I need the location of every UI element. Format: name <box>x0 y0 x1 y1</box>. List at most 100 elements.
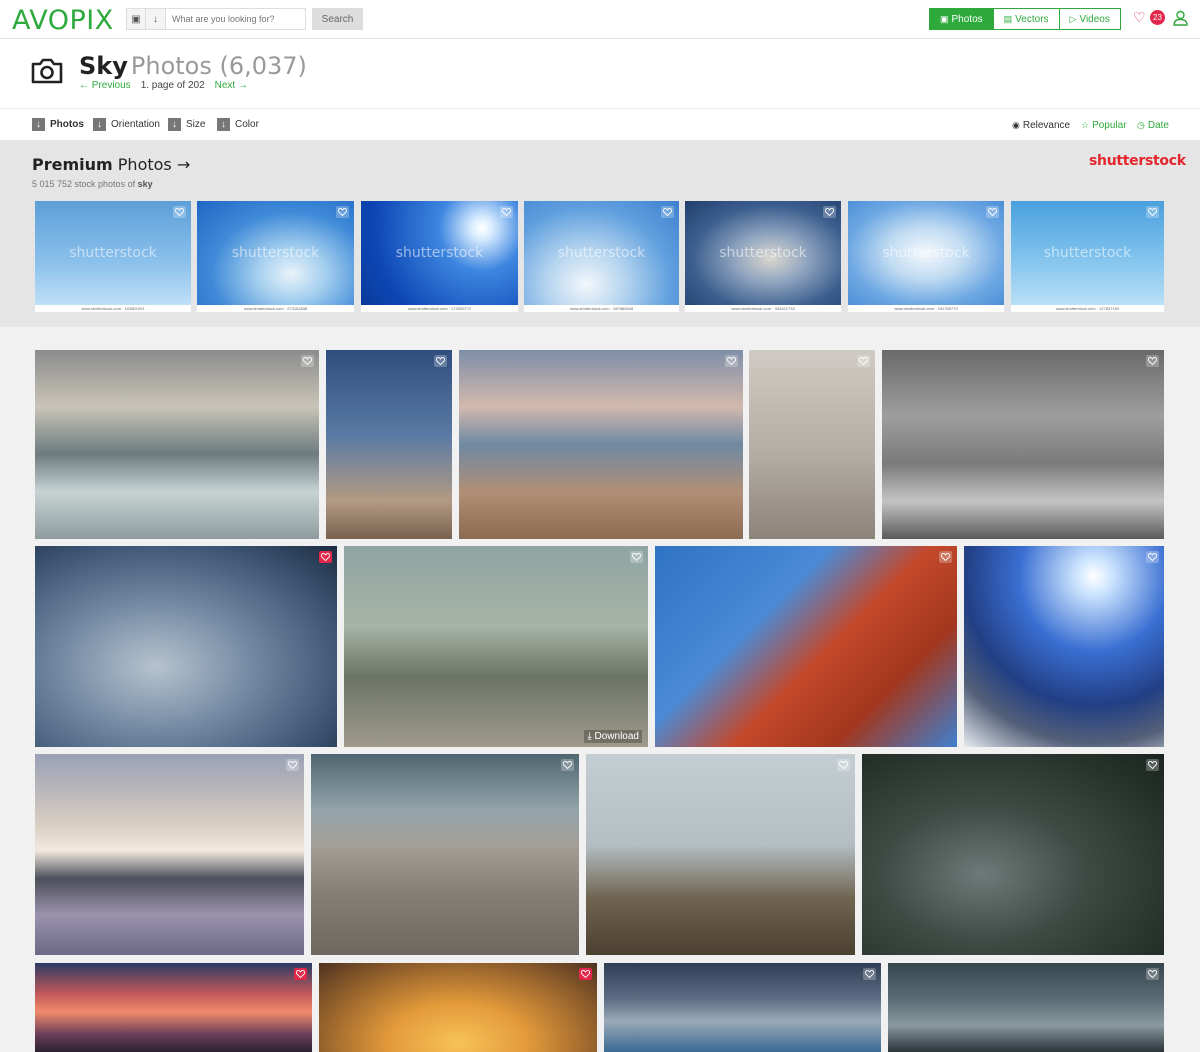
premium-thumbnail[interactable]: shutterstock www.shutterstock.com · 2878… <box>524 201 679 312</box>
heart-icon[interactable] <box>434 355 447 367</box>
filter-color-label: Color <box>235 119 259 130</box>
photo-big-ben[interactable] <box>749 350 875 539</box>
arrow-down-icon: ↓ <box>217 118 230 131</box>
heart-icon[interactable] <box>837 759 850 771</box>
next-page-link[interactable]: Next → <box>215 80 248 91</box>
premium-thumbnail[interactable]: shutterstock www.shutterstock.com · 1733… <box>361 201 518 312</box>
filter-orientation[interactable]: ↓ Orientation <box>93 118 160 131</box>
heart-icon[interactable] <box>1146 759 1159 771</box>
photo-storm-clouds[interactable] <box>604 963 881 1052</box>
camera-search-icon[interactable]: ▣ <box>126 8 146 30</box>
premium-subtitle-term: sky <box>137 179 153 189</box>
favorites-count-badge: 23 <box>1150 10 1165 25</box>
user-account-icon[interactable] <box>1173 10 1188 26</box>
premium-subtitle: 5 015 752 stock photos of sky <box>32 179 153 189</box>
photo-beach-town[interactable] <box>459 350 743 539</box>
premium-caption: www.shutterstock.com · 163801591 <box>81 306 145 311</box>
heart-icon[interactable] <box>500 206 513 218</box>
sort-relevance[interactable]: ◉ Relevance <box>1012 120 1070 131</box>
filter-photos[interactable]: ↓ Photos <box>32 118 84 131</box>
photo-empire-state[interactable] <box>326 350 452 539</box>
photo-pier-bw[interactable] <box>882 350 1164 539</box>
heart-icon[interactable] <box>1146 355 1159 367</box>
heart-icon[interactable] <box>857 355 870 367</box>
premium-title[interactable]: Premium Photos → <box>32 155 190 174</box>
arrow-down-icon: ↓ <box>32 118 45 131</box>
premium-thumbnail[interactable]: shutterstock www.shutterstock.com · 2917… <box>848 201 1004 312</box>
heart-icon[interactable] <box>661 206 674 218</box>
filter-size-label: Size <box>186 119 206 130</box>
photo-sea-rocks[interactable] <box>35 350 319 539</box>
heart-icon[interactable] <box>939 551 952 563</box>
tab-videos-label: Videos <box>1079 13 1110 25</box>
page-title: Sky Photos (6,037) <box>79 52 307 80</box>
filter-photos-label: Photos <box>50 119 84 130</box>
heart-icon[interactable] <box>579 968 592 980</box>
heart-icon[interactable] <box>725 355 738 367</box>
target-icon: ◉ <box>1012 120 1020 130</box>
search-input[interactable] <box>166 8 306 30</box>
heart-icon[interactable] <box>630 551 643 563</box>
premium-title-bold: Premium <box>32 155 113 174</box>
watermark-text: shutterstock <box>231 245 320 261</box>
heart-icon[interactable] <box>336 206 349 218</box>
heart-icon[interactable] <box>294 968 307 980</box>
photo-hiker-boots[interactable] <box>586 754 855 955</box>
heart-icon[interactable] <box>319 551 332 563</box>
premium-caption: www.shutterstock.com · 291769770 <box>894 306 958 311</box>
photo-sunset-clouds[interactable] <box>35 963 312 1052</box>
premium-caption: www.shutterstock.com · 173329772 <box>407 306 472 311</box>
watermark-text: shutterstock <box>395 245 484 261</box>
top-navbar: AVOPIX ▣ ↓ Search ▣ Photos ▤ Vectors ▷ V… <box>0 0 1200 39</box>
premium-caption: www.shutterstock.com · 127837150 <box>1055 306 1120 311</box>
photo-golden-hands[interactable] <box>319 963 597 1052</box>
watermark-text: shutterstock <box>557 245 646 261</box>
photo-winter-field[interactable] <box>35 754 304 955</box>
star-icon: ☆ <box>1081 120 1090 130</box>
photo-earth-orbit[interactable] <box>35 546 337 747</box>
heart-icon[interactable] <box>1146 968 1159 980</box>
heart-icon[interactable] <box>986 206 999 218</box>
heart-icon[interactable] <box>173 206 186 218</box>
photo-mountain-sun[interactable] <box>964 546 1164 747</box>
premium-caption: www.shutterstock.com · 273152838 <box>243 306 308 311</box>
tab-photos-label: Photos <box>951 13 983 25</box>
shutterstock-logo[interactable]: shutterstock <box>1089 153 1186 169</box>
heart-icon[interactable] <box>863 968 876 980</box>
heart-icon[interactable] <box>286 759 299 771</box>
premium-thumbnail[interactable]: shutterstock www.shutterstock.com · 1638… <box>35 201 191 312</box>
camera-icon <box>31 58 63 84</box>
tab-photos[interactable]: ▣ Photos <box>929 8 994 30</box>
photo-dark-sky[interactable] <box>888 963 1164 1052</box>
sort-date[interactable]: ◷ Date <box>1137 120 1169 131</box>
premium-thumbnail[interactable]: shutterstock www.shutterstock.com · 3034… <box>685 201 841 312</box>
photo-forest-aerial[interactable] <box>862 754 1164 955</box>
heart-icon[interactable] <box>301 355 314 367</box>
download-button[interactable]: ⤓ Download <box>584 730 642 743</box>
photo-bench-dock[interactable] <box>311 754 579 955</box>
search-button[interactable]: Search <box>312 8 363 30</box>
favorites-heart-icon[interactable]: ♡ <box>1133 9 1146 26</box>
avopix-logo[interactable]: AVOPIX <box>12 5 114 36</box>
photo-golden-gate[interactable] <box>655 546 957 747</box>
previous-page-link[interactable]: ← Previous <box>79 80 131 91</box>
page-header: Sky Photos (6,037) ← Previous 1. page of … <box>0 39 1200 109</box>
heart-icon[interactable] <box>823 206 836 218</box>
tab-vectors-label: Vectors <box>1015 13 1049 25</box>
search-type-dropdown-icon[interactable]: ↓ <box>146 8 166 30</box>
heart-icon[interactable] <box>561 759 574 771</box>
photo-skatepark[interactable]: ⤓ Download <box>344 546 648 747</box>
sort-popular[interactable]: ☆ Popular <box>1081 120 1127 131</box>
filter-size[interactable]: ↓ Size <box>168 118 205 131</box>
heart-icon[interactable] <box>1146 206 1159 218</box>
watermark-text: shutterstock <box>719 245 807 261</box>
filter-color[interactable]: ↓ Color <box>217 118 259 131</box>
tab-videos[interactable]: ▷ Videos <box>1059 8 1121 30</box>
sort-date-label: Date <box>1147 120 1169 131</box>
search-bar: ▣ ↓ <box>126 8 306 30</box>
arrow-down-icon: ↓ <box>93 118 106 131</box>
heart-icon[interactable] <box>1146 551 1159 563</box>
tab-vectors[interactable]: ▤ Vectors <box>993 8 1060 30</box>
premium-thumbnail[interactable]: shutterstock www.shutterstock.com · 1278… <box>1011 201 1164 312</box>
premium-thumbnail[interactable]: shutterstock www.shutterstock.com · 2731… <box>197 201 354 312</box>
